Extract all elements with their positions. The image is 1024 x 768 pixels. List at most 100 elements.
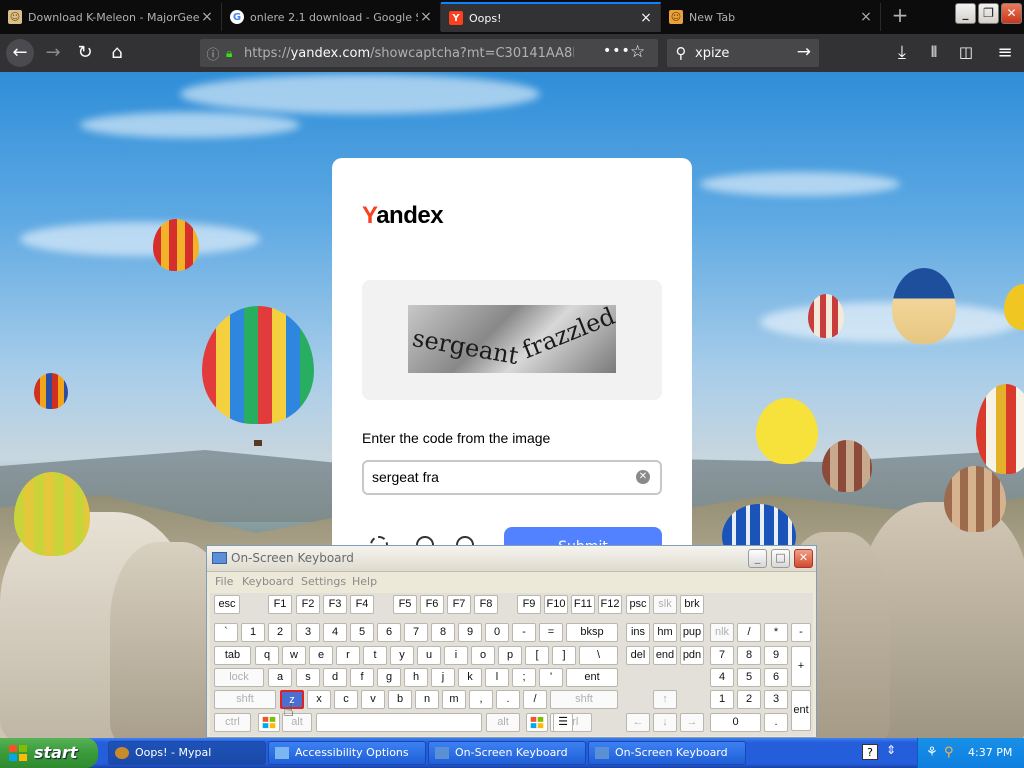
osk-key[interactable]: 1 bbox=[710, 690, 734, 709]
home-icon[interactable]: ⌂ bbox=[103, 39, 131, 67]
osk-key[interactable]: ent bbox=[566, 668, 618, 687]
osk-key[interactable]: , bbox=[469, 690, 493, 709]
osk-key[interactable]: a bbox=[268, 668, 292, 687]
osk-key[interactable]: 9 bbox=[764, 646, 788, 665]
osk-key[interactable]: F3 bbox=[323, 595, 347, 614]
osk-key[interactable]: - bbox=[512, 623, 536, 642]
osk-key[interactable]: ↓ bbox=[653, 713, 677, 732]
osk-title-bar[interactable]: On-Screen Keyboard _ □ ✕ bbox=[207, 546, 816, 572]
url-text[interactable]: https://yandex.com/showcaptcha?mt=C30141… bbox=[244, 46, 574, 61]
clear-input-icon[interactable]: ✕ bbox=[636, 470, 650, 484]
osk-key[interactable]: ↑ bbox=[653, 690, 677, 709]
tab-majorgeeks[interactable]: ☺ Download K-Meleon - MajorGeeks × bbox=[0, 3, 222, 31]
osk-key[interactable]: ' bbox=[539, 668, 563, 687]
osk-key[interactable]: F11 bbox=[571, 595, 595, 614]
close-tab-icon[interactable]: × bbox=[638, 10, 654, 26]
search-go-icon[interactable]: → bbox=[797, 42, 811, 62]
osk-key[interactable]: 5 bbox=[350, 623, 374, 642]
close-tab-icon[interactable]: × bbox=[418, 9, 434, 25]
osk-key[interactable]: . bbox=[764, 713, 788, 732]
sidebar-icon[interactable]: ◫ bbox=[952, 39, 980, 67]
osk-key[interactable]: F6 bbox=[420, 595, 444, 614]
page-actions-icon[interactable]: ••• bbox=[603, 43, 631, 59]
address-bar[interactable]: ⓘ 🔒︎ https://yandex.com/showcaptcha?mt=C… bbox=[200, 39, 658, 67]
osk-key[interactable]: r bbox=[336, 646, 360, 665]
osk-key[interactable]: ; bbox=[512, 668, 536, 687]
menu-help[interactable]: Help bbox=[352, 575, 377, 588]
osk-key[interactable]: 4 bbox=[323, 623, 347, 642]
tab-google[interactable]: G onlere 2.1 download - Google Search × bbox=[222, 3, 441, 31]
osk-key[interactable]: ` bbox=[214, 623, 238, 642]
bookmark-star-icon[interactable]: ☆ bbox=[630, 42, 645, 62]
osk-key[interactable]: 2 bbox=[737, 690, 761, 709]
osk-key[interactable]: ] bbox=[552, 646, 576, 665]
osk-key[interactable]: y bbox=[390, 646, 414, 665]
osk-key[interactable]: pup bbox=[680, 623, 704, 642]
search-bar[interactable]: ⚲ xpize → bbox=[667, 39, 819, 67]
captcha-input[interactable]: sergeat fra ✕ bbox=[362, 460, 662, 495]
reload-icon[interactable]: ↻ bbox=[71, 39, 99, 67]
osk-key[interactable]: t bbox=[363, 646, 387, 665]
windows-key-icon[interactable] bbox=[258, 713, 280, 732]
osk-key[interactable]: q bbox=[255, 646, 279, 665]
osk-key[interactable]: l bbox=[485, 668, 509, 687]
osk-key[interactable]: p bbox=[498, 646, 522, 665]
osk-key[interactable]: h bbox=[404, 668, 428, 687]
search-tray-icon[interactable]: ⚲ bbox=[944, 738, 954, 768]
downloads-icon[interactable]: ⤓ bbox=[888, 39, 916, 67]
back-icon[interactable]: ← bbox=[6, 39, 34, 67]
osk-key[interactable]: shft bbox=[550, 690, 618, 709]
osk-key[interactable]: F8 bbox=[474, 595, 498, 614]
scroll-arrows-icon[interactable]: ⇕ bbox=[886, 743, 896, 757]
search-input[interactable]: xpize bbox=[695, 46, 729, 61]
network-icon[interactable]: ⚘ bbox=[926, 738, 938, 768]
osk-key[interactable]: 9 bbox=[458, 623, 482, 642]
osk-key[interactable]: ins bbox=[626, 623, 650, 642]
osk-close-button[interactable]: ✕ bbox=[794, 549, 813, 568]
osk-key[interactable]: del bbox=[626, 646, 650, 665]
osk-key[interactable]: g bbox=[377, 668, 401, 687]
close-tab-icon[interactable]: × bbox=[199, 9, 215, 25]
menu-icon[interactable]: ≡ bbox=[991, 39, 1019, 67]
osk-key[interactable]: hm bbox=[653, 623, 677, 642]
menu-key-icon[interactable]: ☰ bbox=[553, 713, 573, 732]
osk-key[interactable]: F5 bbox=[393, 595, 417, 614]
osk-key[interactable]: F10 bbox=[544, 595, 568, 614]
osk-key[interactable]: \ bbox=[579, 646, 618, 665]
osk-key[interactable]: o bbox=[471, 646, 495, 665]
osk-key[interactable]: [ bbox=[525, 646, 549, 665]
osk-key[interactable]: F7 bbox=[447, 595, 471, 614]
osk-key[interactable]: / bbox=[737, 623, 761, 642]
osk-key[interactable]: v bbox=[361, 690, 385, 709]
osk-key[interactable]: m bbox=[442, 690, 466, 709]
osk-key[interactable]: esc bbox=[214, 595, 240, 614]
osk-key[interactable]: 1 bbox=[241, 623, 265, 642]
osk-key[interactable]: nlk bbox=[710, 623, 734, 642]
osk-key[interactable]: - bbox=[791, 623, 811, 642]
osk-key[interactable]: bksp bbox=[566, 623, 618, 642]
osk-key[interactable]: F12 bbox=[598, 595, 622, 614]
osk-key[interactable]: 0 bbox=[710, 713, 761, 732]
osk-key[interactable]: w bbox=[282, 646, 306, 665]
osk-key[interactable]: * bbox=[764, 623, 788, 642]
osk-key[interactable]: c bbox=[334, 690, 358, 709]
osk-key[interactable]: x bbox=[307, 690, 331, 709]
forward-icon[interactable]: → bbox=[39, 39, 67, 67]
osk-key[interactable]: 2 bbox=[268, 623, 292, 642]
osk-key[interactable]: F2 bbox=[296, 595, 320, 614]
osk-key[interactable]: 7 bbox=[710, 646, 734, 665]
osk-key[interactable]: ctrl bbox=[214, 713, 251, 732]
osk-key[interactable]: slk bbox=[653, 595, 677, 614]
site-info-icon[interactable]: ⓘ bbox=[200, 44, 226, 63]
taskbar-item-accessibility[interactable]: Accessibility Options bbox=[268, 741, 426, 765]
osk-key[interactable]: → bbox=[680, 713, 704, 732]
osk-key[interactable]: lock bbox=[214, 668, 264, 687]
restore-button[interactable]: ❐ bbox=[978, 3, 999, 24]
taskbar-item-mypal[interactable]: Oops! - Mypal bbox=[108, 741, 266, 765]
osk-key[interactable]: + bbox=[791, 646, 811, 687]
osk-key[interactable]: 4 bbox=[710, 668, 734, 687]
osk-key[interactable]: j bbox=[431, 668, 455, 687]
osk-key[interactable]: 8 bbox=[431, 623, 455, 642]
osk-key[interactable]: 6 bbox=[377, 623, 401, 642]
osk-key[interactable]: s bbox=[296, 668, 320, 687]
